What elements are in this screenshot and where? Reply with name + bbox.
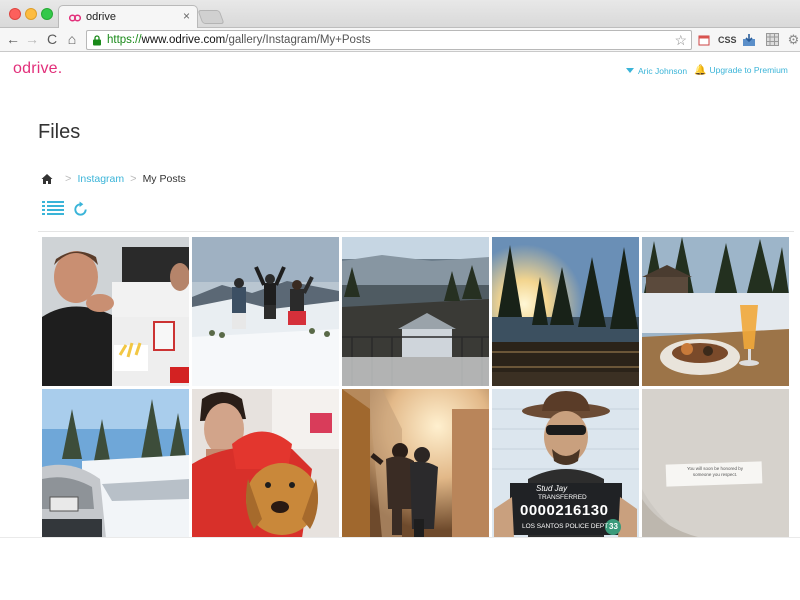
tab-close-icon[interactable]: × xyxy=(183,9,190,23)
breadcrumb: > Instagram > My Posts xyxy=(41,172,186,186)
photo-tile-10[interactable]: You will soon be honored by someone you … xyxy=(642,389,789,537)
breadcrumb-current: My Posts xyxy=(142,173,186,185)
divider xyxy=(38,231,794,232)
back-button[interactable]: ← xyxy=(5,31,21,47)
mugshot-name: Stud Jay xyxy=(536,484,568,493)
photo-breakfast-juice xyxy=(642,237,789,386)
mugshot-status: TRANSFERRED xyxy=(538,494,587,501)
fortune-text: You will soon be honored by someone you … xyxy=(686,466,744,477)
odrive-logo[interactable]: odrive. xyxy=(13,60,62,78)
upgrade-label: Upgrade to Premium xyxy=(709,65,788,75)
browser-tab[interactable]: odrive × xyxy=(58,5,198,29)
page-title: Files xyxy=(38,121,81,143)
list-view-icon[interactable] xyxy=(42,200,64,218)
photo-car-snow xyxy=(42,389,189,537)
zoom-window-button[interactable] xyxy=(41,8,53,20)
photo-tile-9[interactable]: Stud Jay TRANSFERRED 0000216130 LOS SANT… xyxy=(492,389,639,537)
photo-tile-7[interactable] xyxy=(192,389,339,537)
bookmark-star-icon[interactable]: ☆ xyxy=(674,32,687,49)
bell-icon: 🔔 xyxy=(694,65,707,76)
odrive-favicon-icon xyxy=(69,14,81,22)
photo-man-eating-fries xyxy=(42,237,189,386)
photo-fortune-note xyxy=(642,389,789,537)
tab-title: odrive xyxy=(86,11,116,23)
photo-mountain-jump xyxy=(192,237,339,386)
settings-gear-icon[interactable]: ⚙ xyxy=(787,32,800,48)
photo-grid: Stud Jay TRANSFERRED 0000216130 LOS SANT… xyxy=(42,237,790,537)
mugshot-number: 0000216130 xyxy=(520,502,609,519)
photo-tile-4[interactable] xyxy=(492,237,639,386)
user-name: Aric Johnson xyxy=(638,66,688,76)
extension-grid-icon[interactable] xyxy=(764,32,780,48)
extension-calendar-icon[interactable] xyxy=(697,32,711,48)
photo-tile-3[interactable] xyxy=(342,237,489,386)
photo-tile-8[interactable] xyxy=(342,389,489,537)
browser-toolbar: ← → C ⌂ https://www.odrive.com/gallery/I… xyxy=(0,28,800,52)
user-menu-link[interactable]: Aric Johnson xyxy=(626,66,687,76)
close-window-button[interactable] xyxy=(9,8,21,20)
home-icon[interactable] xyxy=(41,173,53,185)
page-content: odrive. Aric Johnson 🔔 Upgrade to Premium… xyxy=(0,53,800,600)
photo-lake-view xyxy=(342,237,489,386)
address-bar[interactable]: https://www.odrive.com/gallery/Instagram… xyxy=(86,30,692,50)
photo-tile-2[interactable] xyxy=(192,237,339,386)
caret-down-icon xyxy=(626,68,634,73)
breadcrumb-separator: > xyxy=(65,173,72,185)
upgrade-link[interactable]: 🔔 Upgrade to Premium xyxy=(694,65,788,76)
mugshot-dept: LOS SANTOS POLICE DEPT xyxy=(522,523,609,530)
minimize-window-button[interactable] xyxy=(25,8,37,20)
photo-people-hugging xyxy=(342,389,489,537)
photo-man-with-dog xyxy=(192,389,339,537)
reload-button[interactable]: C xyxy=(44,31,60,47)
new-tab-button[interactable] xyxy=(197,10,225,24)
photo-sunset-trees xyxy=(492,237,639,386)
photo-tile-5[interactable] xyxy=(642,237,789,386)
refresh-icon[interactable] xyxy=(72,201,89,218)
url-text: https://www.odrive.com/gallery/Instagram… xyxy=(107,34,371,46)
lock-icon xyxy=(93,35,101,46)
forward-button[interactable]: → xyxy=(24,31,40,47)
extension-download-icon[interactable] xyxy=(741,32,757,48)
mugshot-badge: 33 xyxy=(609,522,618,531)
photo-tile-1[interactable] xyxy=(42,237,189,386)
footer-divider xyxy=(0,537,800,538)
extension-css-icon[interactable]: CSS xyxy=(718,32,737,48)
window-titlebar: odrive × xyxy=(0,0,800,29)
breadcrumb-instagram-link[interactable]: Instagram xyxy=(77,173,124,185)
photo-tile-6[interactable] xyxy=(42,389,189,537)
breadcrumb-separator: > xyxy=(130,173,137,185)
home-button[interactable]: ⌂ xyxy=(64,31,80,47)
